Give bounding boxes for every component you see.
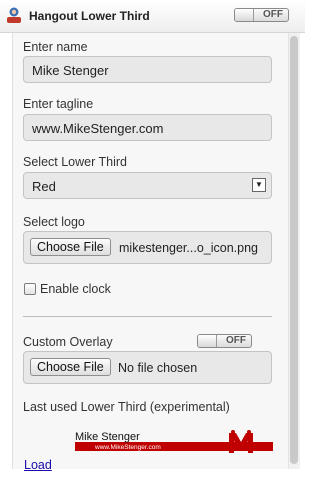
logo-file-input: Choose File mikestenger...o_icon.png	[23, 231, 272, 264]
lower-third-selected-value: Red	[32, 179, 56, 194]
dropdown-arrow-icon[interactable]: ▼	[252, 178, 266, 192]
logo-choose-file-button[interactable]: Choose File	[30, 238, 111, 256]
custom-overlay-label: Custom Overlay	[23, 335, 113, 349]
lower-third-label: Select Lower Third	[23, 155, 127, 169]
overlay-file-input: Choose File No file chosen	[23, 351, 272, 384]
overlay-toggle-knob	[198, 335, 217, 347]
name-label: Enter name	[23, 40, 88, 54]
title-bar: Hangout Lower Third OFF	[0, 0, 305, 33]
preview-name-text: Mike Stenger	[75, 431, 140, 443]
toggle-knob	[235, 9, 254, 21]
toggle-state-label: OFF	[263, 9, 283, 20]
scrollbar[interactable]	[288, 33, 300, 469]
name-input[interactable]: Mike Stenger	[23, 56, 272, 83]
tagline-input[interactable]: www.MikeStenger.com	[23, 114, 272, 141]
section-divider	[23, 316, 272, 317]
overlay-choose-file-button[interactable]: Choose File	[30, 358, 111, 376]
logo-label: Select logo	[23, 215, 85, 229]
lower-third-select[interactable]: Red ▼	[23, 172, 272, 199]
lower-third-preview: Mike Stenger www.MikeStenger.com	[75, 429, 273, 453]
enable-clock-label: Enable clock	[40, 282, 111, 296]
logo-file-name: mikestenger...o_icon.png	[119, 241, 258, 255]
load-link[interactable]: Load	[24, 458, 52, 472]
tagline-label: Enter tagline	[23, 97, 94, 111]
scrollbar-thumb[interactable]	[290, 36, 298, 464]
app-title: Hangout Lower Third	[29, 9, 150, 23]
main-on-off-toggle[interactable]: OFF	[234, 8, 289, 22]
overlay-on-off-toggle[interactable]: OFF	[197, 334, 252, 348]
enable-clock-checkbox[interactable]	[24, 283, 36, 295]
last-used-label: Last used Lower Third (experimental)	[23, 400, 230, 414]
overlay-file-name: No file chosen	[118, 361, 198, 375]
overlay-toggle-state-label: OFF	[226, 335, 246, 346]
hangout-app-icon	[7, 7, 21, 23]
preview-graphic: Mike Stenger www.MikeStenger.com	[75, 430, 273, 453]
preview-tagline-text: www.MikeStenger.com	[94, 444, 161, 451]
